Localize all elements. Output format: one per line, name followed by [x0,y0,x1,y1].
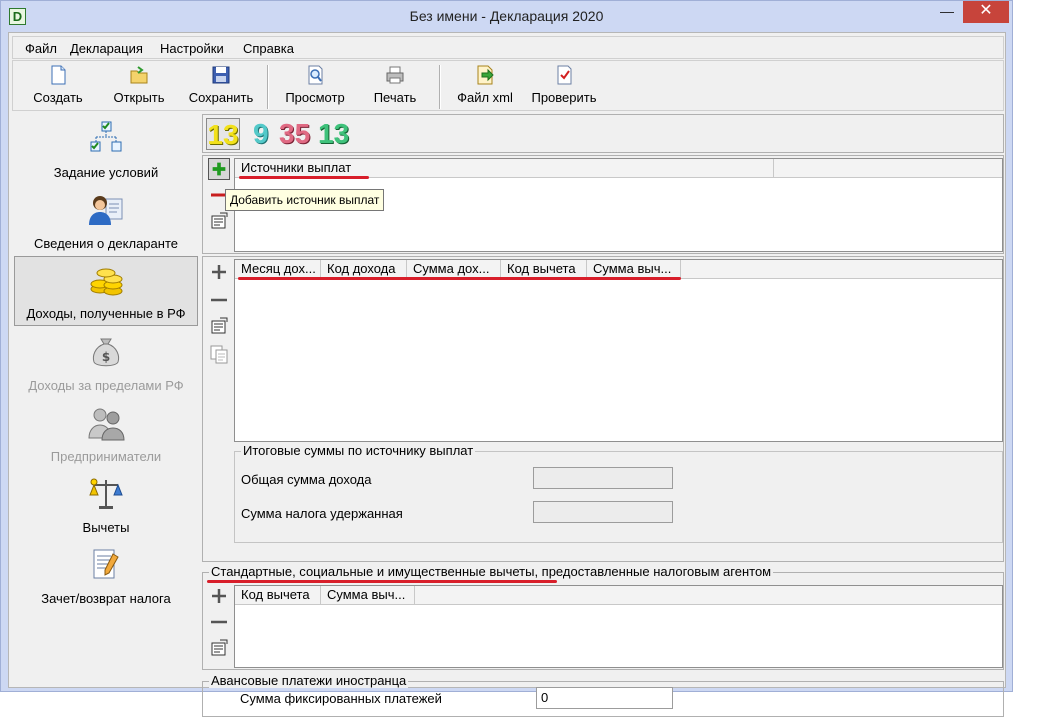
add-income-plus-icon[interactable] [208,261,230,283]
svg-text:$: $ [102,350,110,364]
new-document-icon [51,65,66,85]
preview-label: Просмотр [285,90,345,105]
nav-item-income-abroad[interactable]: $ Доходы за пределами РФ [14,329,198,399]
nav-item-tax-refund[interactable]: Зачет/возврат налога [14,542,198,612]
printer-icon [386,66,404,84]
check-button[interactable]: Проверить [526,64,602,110]
xml-file-button[interactable]: Файл xml [453,64,517,110]
nav-item-declarant[interactable]: Сведения о декларанте [14,187,198,257]
minimize-button[interactable]: — [935,1,959,23]
total-income-label: Общая сумма дохода [241,472,372,487]
toolbar: Создать Открыть Сохранить Просмотр Печат… [12,60,1004,111]
preview-button[interactable]: Просмотр [277,64,353,110]
tax-withheld-field [533,501,673,523]
save-button[interactable]: Сохранить [183,64,259,110]
nav-item-entrepreneurs[interactable]: Предприниматели [14,400,198,470]
business-people-icon [88,408,125,441]
menu-declaration[interactable]: Декларация [70,41,143,56]
person-card-icon [89,196,123,225]
agent-deductions-grid-header: Код вычета Сумма выч... [235,586,1002,605]
app-window: D Без имени - Декларация 2020 — ✕ Файл Д… [0,0,1013,717]
menu-file[interactable]: Файл [25,41,57,56]
tab-rate-35[interactable]: 35 [279,118,310,150]
menu-settings[interactable]: Настройки [160,41,224,56]
agent-deductions-title: Стандартные, социальные и имущественные … [209,564,774,579]
edit-deduction-icon[interactable] [208,637,230,659]
nav-item-conditions[interactable]: Задание условий [14,116,198,186]
edit-source-icon[interactable] [208,210,230,232]
column-header-agent-deduction-amount[interactable]: Сумма выч... [321,586,415,605]
nav-label-conditions: Задание условий [53,165,159,180]
nav-label-deductions: Вычеты [82,520,130,535]
check-document-icon [557,65,572,85]
income-tools [208,261,232,371]
xml-file-label: Файл xml [457,90,513,105]
add-deduction-plus-icon[interactable] [208,585,230,607]
save-disk-icon [212,66,230,84]
fixed-payments-input[interactable]: 0 [536,687,673,709]
add-source-plus-icon[interactable] [208,158,230,180]
client-area: Файл Декларация Настройки Справка Создат… [8,32,1006,717]
create-button[interactable]: Создать [27,64,89,110]
tab-rate-9[interactable]: 9 [253,118,269,150]
gold-coins-icon [90,268,123,296]
add-source-tooltip: Добавить источник выплат [225,189,385,211]
edit-income-icon[interactable] [208,315,230,337]
save-label: Сохранить [188,90,254,105]
print-button[interactable]: Печать [363,64,427,110]
copy-income-icon[interactable] [208,343,230,365]
document-pencil-icon [93,549,119,579]
toolbar-separator [267,65,269,109]
money-bag-icon: $ [92,338,120,367]
total-income-field [533,467,673,489]
red-annotation-underline [207,580,557,583]
title-bar[interactable]: D Без имени - Декларация 2020 — ✕ [1,1,1012,32]
agent-deductions-grid[interactable]: Код вычета Сумма выч... [234,585,1003,668]
nav-label-entrepreneurs: Предприниматели [50,449,162,464]
fixed-payments-label: Сумма фиксированных платежей [240,691,442,706]
nav-label-income-rf: Доходы, полученные в РФ [26,306,186,321]
create-label: Создать [33,90,83,105]
scales-icon [89,478,123,509]
nav-label-declarant: Сведения о декларанте [34,236,178,251]
tax-withheld-label: Сумма налога удержанная [241,506,403,521]
nav-item-income-rf[interactable]: Доходы, полученные в РФ [14,256,198,326]
xml-export-icon [477,65,494,85]
totals-group: Итоговые суммы по источнику выплат Общая… [234,443,1003,543]
remove-income-minus-icon[interactable] [208,289,230,311]
check-label: Проверить [531,90,597,105]
red-annotation-underline [238,277,681,280]
window-title: Без имени - Декларация 2020 [409,8,604,24]
tab-rate-13-selected[interactable]: 13 [206,118,240,150]
nav-label-income-abroad: Доходы за пределами РФ [28,378,184,393]
hierarchy-checklist-icon [90,121,122,152]
red-annotation-underline [239,176,369,179]
remove-deduction-minus-icon[interactable] [208,611,230,633]
income-panel: Месяц дох... Код дохода Сумма дох... Код… [202,256,1004,562]
tax-rate-tabs: 13 9 35 13 [202,114,1004,153]
totals-group-title: Итоговые суммы по источнику выплат [241,443,476,458]
advance-payments-title: Авансовые платежи иностранца [209,673,409,688]
toolbar-separator [439,65,441,109]
nav-item-deductions[interactable]: Вычеты [14,471,198,541]
nav-label-tax-refund: Зачет/возврат налога [41,591,171,606]
open-button[interactable]: Открыть [108,64,170,110]
close-button[interactable]: ✕ [963,1,1009,23]
open-label: Открыть [113,90,165,105]
income-grid[interactable]: Месяц дох... Код дохода Сумма дох... Код… [234,259,1003,442]
left-navigation: Задание условий Сведения о декларанте До… [12,114,199,685]
agent-deductions-tools [208,585,232,665]
menu-bar: Файл Декларация Настройки Справка [12,36,1004,59]
tab-rate-13-nonresident[interactable]: 13 [318,118,349,150]
preview-magnifier-icon [308,65,323,85]
column-header-agent-deduction-code[interactable]: Код вычета [235,586,321,605]
print-label: Печать [373,90,417,105]
menu-help[interactable]: Справка [243,41,294,56]
open-folder-icon [130,66,148,84]
agent-deductions-group: Стандартные, социальные и имущественные … [202,564,1004,670]
